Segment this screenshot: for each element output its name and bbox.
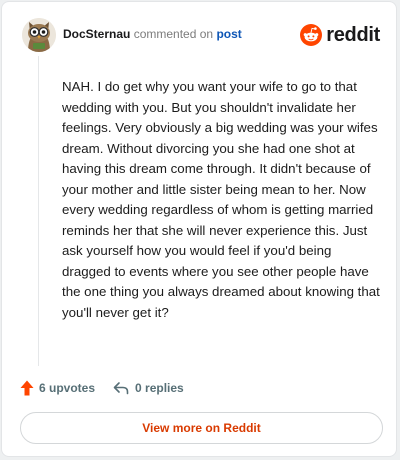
upvote-arrow-icon bbox=[20, 380, 34, 396]
reply-button[interactable]: 0 replies bbox=[113, 381, 184, 395]
upvote-count: 6 upvotes bbox=[39, 381, 96, 395]
reddit-wordmark: reddit bbox=[326, 23, 380, 46]
comment-header: DocSternau commented on post reddit bbox=[22, 18, 380, 52]
reddit-logo[interactable]: reddit bbox=[300, 22, 380, 48]
post-link[interactable]: post bbox=[216, 27, 241, 41]
owl-avatar-icon bbox=[22, 18, 56, 52]
username[interactable]: DocSternau bbox=[63, 27, 130, 41]
thread-line bbox=[38, 56, 39, 366]
view-more-button[interactable]: View more on Reddit bbox=[20, 412, 383, 444]
commented-on-text: commented on bbox=[133, 27, 214, 41]
reply-count: 0 replies bbox=[135, 381, 184, 395]
comment-meta: DocSternau commented on post bbox=[63, 27, 242, 41]
user-avatar[interactable] bbox=[22, 18, 56, 52]
comment-footer: 6 upvotes 0 replies bbox=[20, 378, 184, 398]
comment-embed-card: DocSternau commented on post reddit NAH.… bbox=[1, 1, 397, 457]
upvote-button[interactable]: 6 upvotes bbox=[20, 380, 95, 396]
reddit-snoo-icon bbox=[300, 24, 323, 46]
comment-body: NAH. I do get why you want your wife to … bbox=[62, 79, 380, 320]
reply-arrow-icon bbox=[113, 382, 129, 395]
